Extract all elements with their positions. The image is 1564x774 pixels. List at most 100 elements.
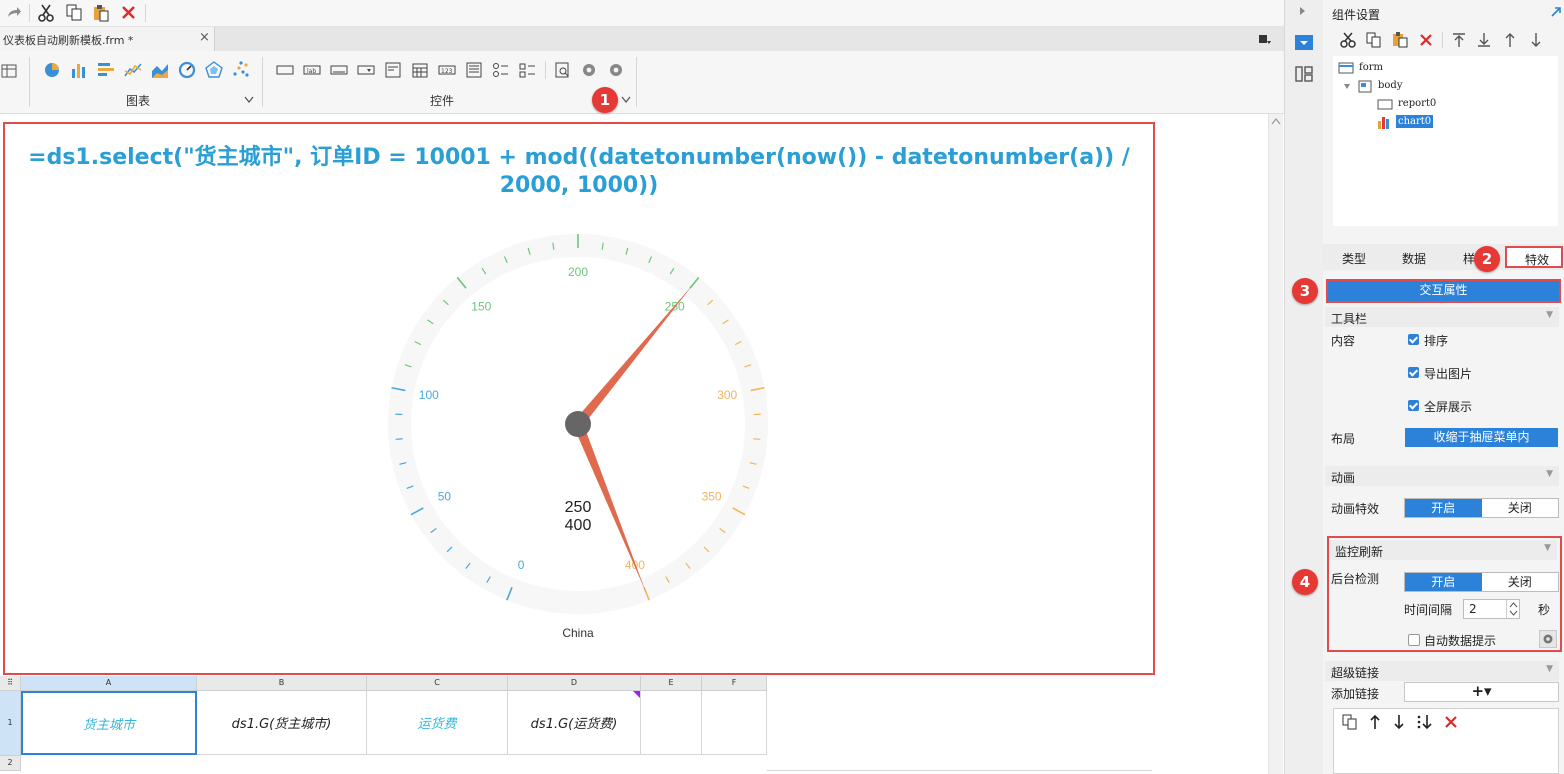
number-widget-icon[interactable]: 123 [438,63,456,77]
paste-icon[interactable] [93,4,109,22]
table-cell[interactable] [641,691,702,755]
scatter-chart-icon[interactable] [232,61,250,79]
monitor-section-header[interactable]: 监控刷新 ▼ [1329,540,1557,560]
auto-data-tip-checkbox[interactable] [1408,634,1420,646]
gear-icon[interactable] [580,61,598,79]
checkbox-group-widget-icon[interactable] [519,61,537,79]
animation-toggle[interactable]: 开启 关闭 [1404,498,1559,518]
layout-table-icon[interactable] [1,64,17,78]
component-library-icon[interactable] [1295,66,1313,82]
redo-icon[interactable] [6,5,22,19]
tree-node-body[interactable]: body [1378,80,1402,91]
chart-widget[interactable]: =ds1.select("货主城市", 订单ID = 10001 + mod((… [3,122,1155,675]
sort-order-icon[interactable] [1416,714,1434,730]
pie-chart-icon[interactable] [43,61,61,79]
area-chart-icon[interactable] [151,61,169,79]
export-image-checkbox[interactable] [1408,367,1419,378]
document-tab[interactable]: 仪表板自动刷新模板.frm * × [0,27,215,51]
tree-expand-icon[interactable] [1343,83,1351,91]
toolbar-section-header[interactable]: 工具栏 ▼ [1325,307,1559,327]
auto-tip-settings-button[interactable] [1539,630,1557,648]
tree-node-report[interactable]: report0 [1398,98,1436,109]
move-down-icon[interactable] [1392,714,1406,730]
column-header[interactable]: B [197,676,367,691]
move-to-top-icon[interactable] [1452,32,1466,48]
layout-select[interactable]: 收缩于抽屉菜单内 [1405,428,1558,447]
animation-off-option[interactable]: 关闭 [1481,499,1558,517]
copy-icon[interactable] [66,4,82,22]
window-menu-icon[interactable] [1258,32,1272,46]
report-sheet[interactable]: ⠿ A B C D E F 1 2 货主城市 ds1.G(货主城市) 运货费 d… [0,676,1152,771]
collapse-icon[interactable]: ▼ [1546,310,1553,320]
stepper-buttons[interactable] [1506,600,1520,618]
paste-icon[interactable] [1392,32,1408,48]
widget-settings-icon[interactable] [1295,35,1313,50]
tab-type[interactable]: 类型 [1342,250,1366,267]
table-cell[interactable] [702,691,767,755]
list-widget-icon[interactable] [465,61,483,79]
copy-icon[interactable] [1366,32,1382,48]
close-tab-icon[interactable]: × [199,30,210,45]
column-header[interactable]: C [367,676,508,691]
column-header[interactable]: D [508,676,641,691]
row-header[interactable]: 2 [0,756,21,771]
calendar-widget-icon[interactable] [411,61,429,79]
add-link-button[interactable]: +▾ [1404,682,1559,702]
interaction-attributes-button[interactable]: 交互属性 [1328,281,1559,301]
table-cell[interactable]: ds1.G(货主城市) [197,691,367,755]
column-header[interactable]: E [641,676,702,691]
table-cell[interactable]: ds1.G(运货费) [508,691,641,755]
sheet-corner[interactable]: ⠿ [0,676,21,691]
vertical-scrollbar[interactable] [1268,114,1283,774]
delete-icon[interactable] [1444,715,1458,729]
animation-section-header[interactable]: 动画 ▼ [1325,466,1559,486]
cut-icon[interactable] [1340,32,1356,48]
expand-icon[interactable] [1550,6,1562,18]
fullscreen-checkbox[interactable] [1408,400,1419,411]
delete-icon[interactable] [121,5,136,20]
chevron-up-icon[interactable] [1271,118,1281,126]
background-check-toggle[interactable]: 开启 关闭 [1404,572,1559,592]
search-widget-icon[interactable] [554,61,572,79]
hyperlink-section-header[interactable]: 超级链接 ▼ [1325,661,1559,681]
row-header[interactable]: 1 [0,691,21,756]
dropdown-widget-icon[interactable] [357,63,375,77]
move-up-icon[interactable] [1368,714,1382,730]
gear-icon[interactable] [607,61,625,79]
gauge-chart[interactable]: 050100150200250300350400 250 400 China [378,225,778,645]
cut-icon[interactable] [38,4,54,22]
horizontal-bar-chart-icon[interactable] [97,61,115,79]
radar-chart-icon[interactable] [205,61,223,79]
background-check-off-option[interactable]: 关闭 [1481,573,1558,591]
collapse-icon[interactable]: ▼ [1544,543,1551,553]
button-widget-icon[interactable] [276,63,294,77]
tab-data[interactable]: 数据 [1402,250,1426,267]
bar-chart-icon[interactable] [70,61,88,79]
move-up-icon[interactable] [1503,32,1517,48]
tab-effects[interactable]: 特效 [1505,246,1563,268]
column-header[interactable]: F [702,676,767,691]
gauge-chart-icon[interactable] [178,61,196,79]
chevron-up-icon[interactable] [1509,602,1518,608]
text-field-widget-icon[interactable] [330,63,348,77]
sort-checkbox[interactable] [1408,334,1419,345]
line-chart-icon[interactable] [124,61,142,79]
tree-node-chart-selected[interactable]: chart0 [1396,115,1434,128]
hyperlink-list[interactable] [1333,708,1559,774]
label-widget-icon[interactable]: lab [303,63,321,77]
table-cell[interactable]: 货主城市 [21,691,197,755]
animation-on-option[interactable]: 开启 [1405,499,1482,517]
chevron-right-icon[interactable] [1299,6,1307,16]
move-to-bottom-icon[interactable] [1477,32,1491,48]
copy-icon[interactable] [1342,714,1358,730]
chevron-down-icon[interactable] [244,96,254,104]
move-down-icon[interactable] [1529,32,1543,48]
collapse-icon[interactable]: ▼ [1546,664,1553,674]
chevron-down-icon[interactable] [1509,610,1518,616]
background-check-on-option[interactable]: 开启 [1405,573,1482,591]
radio-group-widget-icon[interactable] [492,61,510,79]
text-area-widget-icon[interactable] [384,61,402,79]
interval-stepper[interactable]: 2 [1463,599,1520,619]
tree-node-form[interactable]: form [1359,62,1383,73]
column-header[interactable]: A [21,676,197,691]
